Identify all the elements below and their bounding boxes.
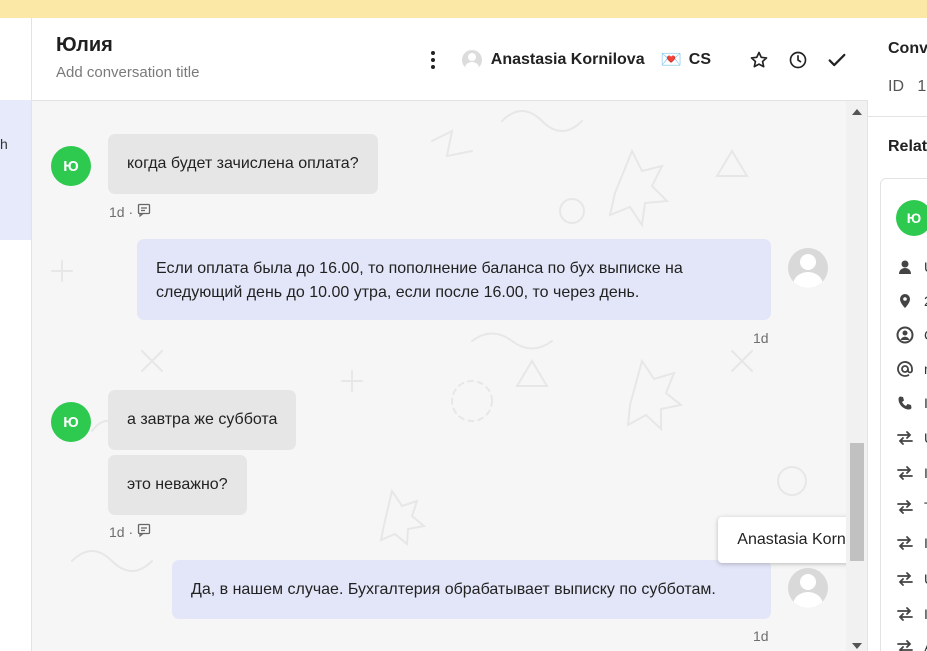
note-icon[interactable]: [137, 203, 151, 220]
swap-arrows-icon: [896, 429, 914, 447]
message-meta: 1d ·: [109, 523, 151, 540]
scroll-up-arrow-icon[interactable]: [852, 109, 862, 115]
message-meta: 1d: [753, 330, 769, 346]
message-time: 1d ·: [109, 203, 134, 220]
star-icon[interactable]: [748, 49, 770, 71]
related-section-title[interactable]: Relat: [888, 138, 927, 156]
more-options-icon[interactable]: [426, 48, 440, 72]
user-circle-icon: [896, 326, 914, 344]
contact-card-avatar[interactable]: Ю: [896, 200, 927, 236]
team-envelope-icon: 💌: [660, 50, 682, 69]
conversation-details-panel: Conv ID 1 Relat Ю U 2 C n I U I T I: [868, 18, 927, 651]
message-text: Да, в нашем случае. Бухгалтерия обрабаты…: [191, 581, 716, 598]
conversation-list-sidebar: h: [0, 18, 32, 651]
at-sign-icon: [896, 360, 914, 378]
person-icon: [896, 258, 914, 276]
contact-name[interactable]: Юлия: [56, 34, 113, 57]
conversation-item-text: h: [0, 136, 8, 152]
note-icon[interactable]: [137, 523, 151, 540]
contact-avatar[interactable]: Ю: [51, 146, 91, 186]
message-time: 1d: [753, 628, 769, 644]
agent-avatar[interactable]: [788, 248, 828, 288]
message-meta: 1d: [753, 628, 769, 644]
team-name: CS: [688, 51, 711, 68]
message-text: это неважно?: [127, 476, 228, 493]
contact-attribute-row[interactable]: I: [896, 462, 927, 484]
close-conversation-check-icon[interactable]: [826, 49, 848, 71]
swap-arrows-icon: [896, 570, 914, 588]
details-title: Conv: [888, 40, 927, 57]
swap-arrows-icon: [896, 498, 914, 516]
message-text-line: Если оплата была до 16.00, то пополнение…: [156, 260, 683, 277]
assignee-avatar: [461, 50, 482, 70]
message-text-line: следующий день до 10.00 утра, если после…: [156, 284, 640, 301]
swap-arrows-icon: [896, 638, 914, 651]
notification-banner: [0, 0, 927, 18]
active-conversation-item[interactable]: [0, 100, 31, 240]
message-time: 1d: [753, 330, 769, 346]
phone-icon: [896, 394, 914, 412]
contact-attribute-row[interactable]: I: [896, 392, 927, 414]
snooze-clock-icon[interactable]: [787, 49, 809, 71]
location-pin-icon: [896, 292, 914, 310]
outgoing-message[interactable]: Да, в нашем случае. Бухгалтерия обрабаты…: [172, 560, 771, 619]
swap-arrows-icon: [896, 534, 914, 552]
swap-arrows-icon: [896, 605, 914, 623]
contact-attribute-row[interactable]: 2: [896, 290, 927, 312]
message-meta: 1d ·: [109, 203, 151, 220]
conversation-id-value: 1: [917, 78, 927, 95]
outgoing-message[interactable]: Если оплата была до 16.00, то пополнение…: [137, 239, 771, 320]
incoming-message[interactable]: когда будет зачислена оплата?: [108, 134, 378, 194]
panel-divider: [868, 116, 927, 117]
agent-avatar[interactable]: [788, 568, 828, 608]
contact-attribute-row[interactable]: U: [896, 568, 927, 590]
assignee-name: Anastasia Kornilova: [490, 51, 645, 68]
message-time: 1d ·: [109, 523, 134, 540]
incoming-message[interactable]: это неважно?: [108, 455, 247, 515]
conversation-id: ID 1: [888, 78, 926, 96]
message-text: когда будет зачислена оплата?: [127, 155, 359, 172]
conversation-id-label: ID: [888, 78, 904, 95]
message-text: а завтра же суббота: [127, 411, 278, 428]
assignee-selector[interactable]: Anastasia Kornilova: [461, 50, 645, 70]
incoming-message[interactable]: а завтра же суббота: [108, 390, 297, 450]
conversation-header: Юлия Add conversation title Anastasia Ko…: [32, 18, 868, 101]
contact-attribute-row[interactable]: U: [896, 427, 927, 449]
contact-attribute-row[interactable]: I: [896, 603, 927, 625]
contact-attribute-row[interactable]: I: [896, 532, 927, 554]
swap-arrows-icon: [896, 464, 914, 482]
scrollbar-thumb[interactable]: [850, 443, 864, 561]
thread-scrollbar[interactable]: [846, 101, 868, 651]
contact-attribute-row[interactable]: C: [896, 324, 927, 346]
team-selector[interactable]: 💌 CS: [661, 50, 711, 70]
header-actions: Anastasia Kornilova 💌 CS: [426, 48, 848, 72]
contact-attribute-row[interactable]: U: [896, 256, 927, 278]
conversation-title-input[interactable]: Add conversation title: [56, 64, 199, 81]
contact-attribute-row[interactable]: n: [896, 358, 927, 380]
contact-attribute-row[interactable]: T: [896, 496, 927, 518]
contact-attribute-row[interactable]: A: [896, 636, 927, 651]
message-thread[interactable]: Ю когда будет зачислена оплата? 1d · Есл…: [32, 101, 846, 651]
scroll-down-arrow-icon[interactable]: [852, 643, 862, 649]
contact-avatar[interactable]: Ю: [51, 402, 91, 442]
